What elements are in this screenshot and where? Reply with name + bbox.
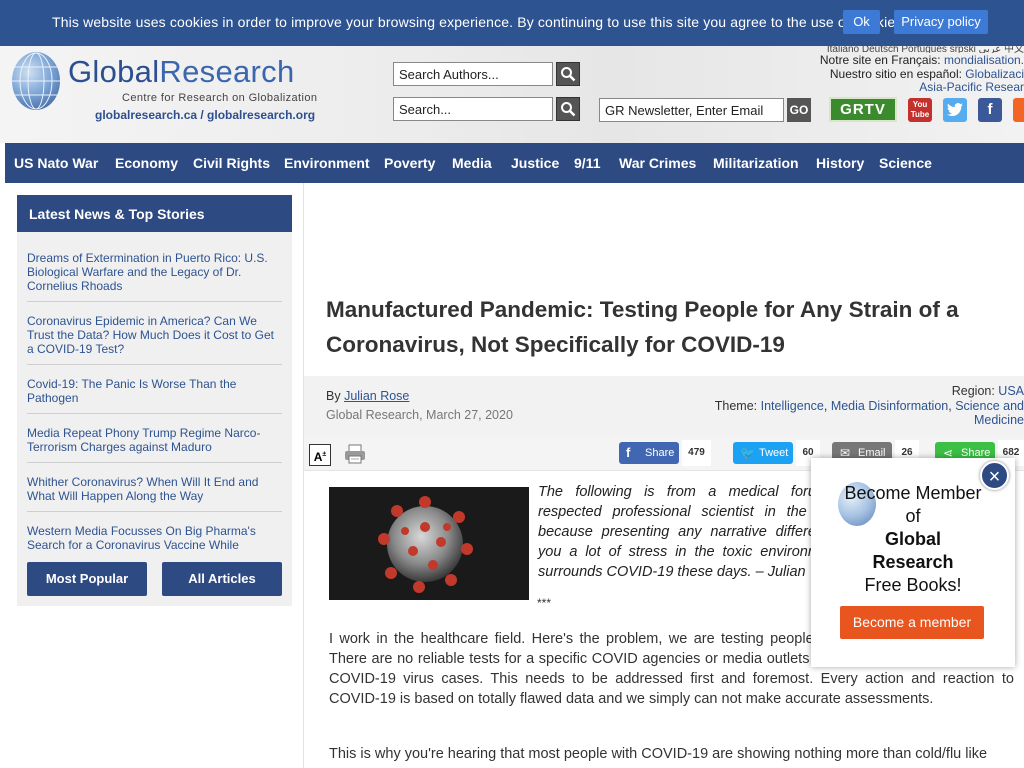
facebook-icon: f (626, 445, 631, 460)
facebook-share-count: 479 (682, 440, 711, 466)
nav-item-environment[interactable]: Environment (284, 155, 370, 171)
theme-link-intelligence[interactable]: Intelligence (761, 399, 824, 413)
news-item[interactable]: Western Media Focusses On Big Pharma's S… (27, 518, 282, 550)
facebook-share-button[interactable]: f Share (619, 442, 679, 464)
spanish-site-link[interactable]: Globalizaci (965, 67, 1024, 81)
region-link-usa[interactable]: USA (998, 384, 1024, 398)
nav-item-poverty[interactable]: Poverty (384, 155, 435, 171)
nav-item-justice[interactable]: Justice (511, 155, 559, 171)
french-site-link[interactable]: mondialisation. (944, 53, 1024, 67)
search-input[interactable]: Search... (393, 97, 553, 121)
search-icon (561, 102, 576, 117)
popup-line: Global (884, 529, 941, 549)
news-item[interactable]: Media Repeat Phony Trump Regime Narco-Te… (27, 420, 282, 463)
french-label: Notre site en Français: (819, 53, 944, 67)
tweet-button[interactable]: 🐦 Tweet (733, 442, 793, 464)
membership-popup: Become Member of Global Research Free Bo… (811, 458, 1015, 667)
rss-icon[interactable] (1013, 98, 1024, 122)
article-intro: The following is from a medical forum re… (538, 484, 828, 580)
nav-item-war-crimes[interactable]: War Crimes (619, 155, 696, 171)
nav-item-history[interactable]: History (816, 155, 864, 171)
main-nav: US Nato War Economy Civil Rights Environ… (5, 143, 1024, 183)
twitter-icon: 🐦 (740, 446, 755, 460)
language-links: Italiano Deutsch Português srpski عربي 中… (784, 46, 1024, 95)
popup-line: Free Books! (864, 575, 962, 595)
youtube-icon[interactable]: You Tube (908, 98, 932, 122)
popup-line: Research (872, 552, 954, 572)
spanish-label: Nuestro sitio en español: (829, 66, 966, 81)
logo-subtitle: Centre for Research on Globalization (122, 92, 318, 104)
news-item[interactable]: Coronavirus Epidemic in America? Can We … (27, 308, 282, 365)
separator: *** (537, 596, 552, 610)
news-item[interactable]: Covid-19: The Panic Is Worse Than the Pa… (27, 371, 282, 414)
language-list[interactable]: Italiano Deutsch Português srpski عربي 中… (784, 46, 1024, 53)
news-item[interactable]: Whither Coronavirus? When Will It End an… (27, 469, 282, 512)
sidebar: Latest News & Top Stories Dreams of Exte… (17, 195, 292, 606)
nav-item-economy[interactable]: Economy (115, 155, 178, 171)
region-theme: Region: USA Theme: Intelligence, Media D… (714, 384, 1024, 427)
become-member-button[interactable]: Become a member (840, 606, 984, 639)
cookie-message: This website uses cookies in order to im… (52, 14, 907, 30)
globe-logo-icon[interactable] (12, 52, 60, 110)
nav-item-media[interactable]: Media (452, 155, 492, 171)
article-paragraph: This is why you're hearing that most peo… (329, 746, 988, 762)
tweet-label: Tweet (759, 447, 789, 459)
popup-text: Become Member of Global Research Free Bo… (811, 482, 1015, 597)
print-icon[interactable] (344, 443, 366, 465)
theme-link-media-disinformation[interactable]: Media Disinformation (831, 399, 948, 413)
sidebar-heading: Latest News & Top Stories (17, 195, 292, 232)
font-size-icon[interactable]: A± (309, 444, 331, 466)
close-icon[interactable]: × (980, 461, 1009, 490)
twitter-icon[interactable] (943, 98, 967, 122)
nav-item-us-nato-war[interactable]: US Nato War (14, 155, 98, 171)
cookie-ok-button[interactable]: Ok (843, 10, 880, 34)
newsletter-email-field[interactable]: GR Newsletter, Enter Email (599, 98, 784, 122)
privacy-policy-button[interactable]: Privacy policy (894, 10, 988, 34)
nav-item-civil-rights[interactable]: Civil Rights (193, 155, 270, 171)
grtv-logo-button[interactable]: GRTV (829, 97, 897, 122)
by-label: By (326, 389, 345, 403)
site-header: GlobalResearch Centre for Research on Gl… (0, 46, 1024, 143)
asia-pacific-link[interactable]: Asia-Pacific Resear (919, 80, 1024, 94)
news-item[interactable]: Dreams of Extermination in Puerto Rico: … (27, 245, 282, 302)
most-popular-button[interactable]: Most Popular (27, 562, 147, 596)
search-authors-button[interactable] (556, 62, 580, 86)
newsletter-go-button[interactable]: GO (787, 98, 811, 122)
theme-link-medicine[interactable]: Medicine (974, 413, 1024, 427)
article-meta: By Julian Rose Global Research, March 27… (304, 376, 1024, 437)
cookie-bar: This website uses cookies in order to im… (0, 0, 1024, 46)
nav-item-science[interactable]: Science (879, 155, 932, 171)
region-label: Region: (951, 384, 999, 398)
all-articles-button[interactable]: All Articles (162, 562, 282, 596)
logo-research: Research (159, 54, 295, 89)
theme-label: Theme: (714, 398, 761, 413)
column-divider (303, 183, 304, 768)
popup-line: of (905, 506, 921, 526)
search-icon (561, 67, 576, 82)
site-logo[interactable]: GlobalResearch (68, 54, 295, 90)
byline: By Julian Rose (326, 389, 409, 403)
source-date: Global Research, March 27, 2020 (326, 408, 513, 422)
theme-link-science-medicine[interactable]: Science and (955, 399, 1024, 413)
facebook-icon[interactable]: f (978, 98, 1002, 122)
search-authors-input[interactable]: Search Authors... (393, 62, 553, 86)
coronavirus-image (329, 487, 529, 600)
nav-item-militarization[interactable]: Militarization (713, 155, 799, 171)
news-list[interactable]: Dreams of Extermination in Puerto Rico: … (27, 245, 282, 550)
facebook-share-label: Share (645, 447, 675, 459)
search-button[interactable] (556, 97, 580, 121)
article-title: Manufactured Pandemic: Testing People fo… (326, 297, 959, 357)
nav-item-911[interactable]: 9/11 (574, 155, 600, 171)
author-link[interactable]: Julian Rose (344, 389, 409, 403)
logo-urls[interactable]: globalresearch.ca / globalresearch.org (95, 108, 315, 122)
logo-global: Global (68, 54, 160, 89)
